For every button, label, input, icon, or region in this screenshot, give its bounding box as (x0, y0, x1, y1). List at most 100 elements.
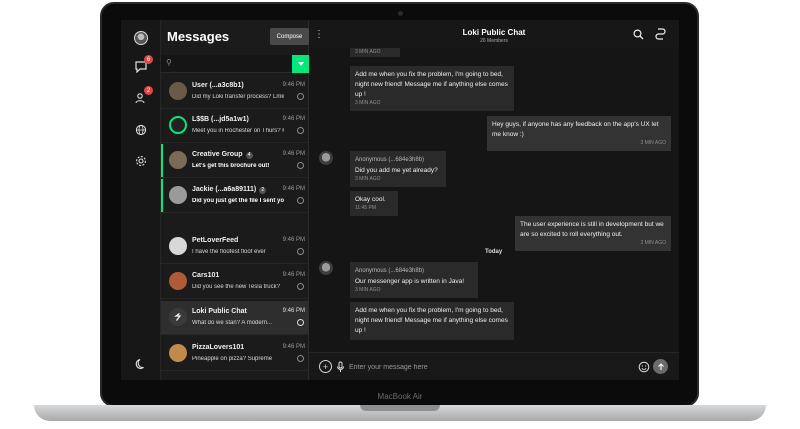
chat-title: Loki Public Chat (462, 28, 526, 37)
avatar (169, 116, 187, 134)
message-timestamp: 3 MIN AGO (355, 49, 381, 55)
avatar (169, 272, 187, 290)
message-timestamp: 11:45 PM (355, 205, 377, 211)
conversation-name: Jackie (...a6a89111) 2 (192, 186, 267, 194)
contacts-nav-button[interactable]: 2 (131, 86, 153, 108)
conversation-preview: Did my Loki transfer process? Lmk (192, 94, 284, 100)
globe-icon (135, 124, 147, 136)
read-status-icon (297, 248, 304, 255)
message-bubble: Anonymous (...684e3h8b) Our messenger ap… (350, 262, 478, 298)
conversation-time: 9:46 PM (282, 344, 305, 350)
add-attachment-icon[interactable]: + (319, 360, 332, 373)
list-header: Messages Compose (161, 20, 309, 52)
filter-dropdown-button[interactable] (292, 55, 309, 73)
search-bar: ⚲ (161, 55, 309, 73)
message-text: Did you add me yet already? (355, 167, 438, 174)
compose-button[interactable]: Compose (270, 28, 309, 45)
profile-avatar-button[interactable] (131, 28, 151, 48)
message-input[interactable] (349, 360, 619, 374)
message-text: Our messenger app is written in Java! (355, 278, 465, 285)
conversation-time: 9:46 PM (282, 237, 305, 243)
chat-header: ⋮ Loki Public Chat 26 Members (309, 20, 679, 48)
conversation-time: 9:46 PM (282, 272, 305, 278)
read-status-icon (297, 283, 304, 290)
conversation-item[interactable]: Jackie (...a6a89111) 2 Did you just get t… (161, 179, 309, 213)
conversation-item[interactable]: L$$B (...jd5a1w1) Meet you in Rochester … (161, 109, 309, 143)
message-bubble: Anonymous (...684e3h8b) Did you add me y… (350, 151, 446, 187)
conversation-name: PetLoverFeed (192, 237, 239, 244)
contacts-badge: 2 (144, 86, 153, 95)
message-composer: + (309, 352, 679, 380)
message-text: Add me when you fix the problem, I'm goi… (355, 307, 508, 334)
avatar (319, 151, 333, 165)
conversation-preview: I have the floofest floof ever (192, 249, 266, 255)
unread-indicator (161, 144, 163, 177)
send-button[interactable] (653, 359, 668, 374)
sender-name: Anonymous (...684e3h8b) (355, 157, 425, 163)
message-bubble-outgoing: The user experience is still in developm… (515, 216, 671, 251)
microphone-icon[interactable] (334, 360, 347, 373)
conversation-time: 9:46 PM (282, 82, 305, 88)
conversation-item[interactable]: Cars101 Did you see the new Tesla truck?… (161, 265, 309, 299)
loki-logo-icon[interactable] (653, 27, 667, 41)
globe-nav-button[interactable] (131, 120, 151, 140)
message-bubble: 3 MIN AGO (350, 48, 400, 57)
chat-pane: ⋮ Loki Public Chat 26 Members 3 MIN AGO … (309, 20, 679, 380)
conversation-item[interactable]: Loki Public Chat What do we stan? A mode… (161, 301, 309, 335)
conversation-name: PizzaLovers101 (192, 344, 245, 351)
search-icon: ⚲ (166, 58, 172, 67)
device-model-label: MacBook Air (377, 392, 423, 401)
sender-name: Anonymous (...684e3h8b) (355, 268, 425, 274)
theme-toggle-button[interactable] (131, 354, 151, 374)
messages-badge: 6 (144, 55, 153, 64)
conversation-item[interactable]: PetLoverFeed I have the floofest floof e… (161, 230, 309, 264)
messages-nav-button[interactable]: 6 (131, 55, 153, 77)
nav-rail: 6 2 (121, 20, 161, 380)
conversation-name: Creative Group 4 (192, 151, 253, 159)
message-bubble: Add me when you fix the problem, I'm goi… (350, 302, 514, 340)
unread-indicator (161, 179, 163, 212)
unread-count-badge: 2 (259, 187, 267, 194)
conversation-time: 9:46 PM (282, 151, 305, 157)
camera (398, 11, 403, 16)
message-bubble: Okay cool. 11:45 PM (350, 191, 398, 216)
loki-logo-icon (169, 308, 187, 326)
avatar (169, 151, 187, 169)
avatar (169, 82, 187, 100)
conversation-item[interactable]: Creative Group 4 Let's get this brochure … (161, 144, 309, 178)
avatar (319, 261, 333, 275)
day-separator: Today (485, 249, 503, 255)
conversation-item[interactable]: PizzaLovers101 Pineapple on pizza? Supre… (161, 337, 309, 371)
conversation-preview: Did you just get the file I sent you? (192, 198, 284, 204)
message-timestamp: 3 MIN AGO (640, 240, 666, 246)
settings-nav-button[interactable] (131, 151, 151, 171)
search-icon[interactable] (631, 27, 645, 41)
conversation-name: Loki Public Chat (192, 308, 247, 315)
chat-subtitle: 26 Members (480, 38, 508, 44)
gear-icon (136, 156, 146, 166)
laptop-notch (360, 405, 440, 411)
read-status-icon (297, 197, 304, 204)
conversation-preview: Meet you in Rochester on Thurs? K (192, 128, 284, 134)
message-timestamp: 3 MIN AGO (355, 176, 381, 182)
message-text: Add me when you fix the problem, I'm goi… (355, 71, 508, 98)
chevron-down-icon (297, 62, 304, 66)
app-window: 6 2 Messages Compose ⚲ User (...a3c8b1) (121, 20, 679, 380)
conversation-preview: Pineapple on pizza? Supreme (192, 356, 273, 362)
read-status-icon (297, 93, 304, 100)
message-timestamp: 3 MIN AGO (355, 100, 381, 106)
search-input[interactable] (177, 57, 277, 71)
conversation-time: 9:46 PM (282, 308, 305, 314)
read-status-icon (297, 355, 304, 362)
page-title: Messages (167, 29, 230, 44)
message-text: Okay cool. (355, 196, 386, 203)
conversation-list-panel: Messages Compose ⚲ User (...a3c8b1) Did … (161, 20, 309, 380)
read-status-icon (297, 319, 304, 326)
emoji-icon[interactable] (637, 360, 650, 373)
conversation-item[interactable]: User (...a3c8b1) Did my Loki transfer pr… (161, 75, 309, 109)
avatar (169, 237, 187, 255)
message-timestamp: 3 MIN AGO (640, 140, 666, 146)
avatar (169, 186, 187, 204)
read-status-icon (297, 162, 304, 169)
conversation-name: L$$B (...jd5a1w1) (192, 116, 249, 123)
